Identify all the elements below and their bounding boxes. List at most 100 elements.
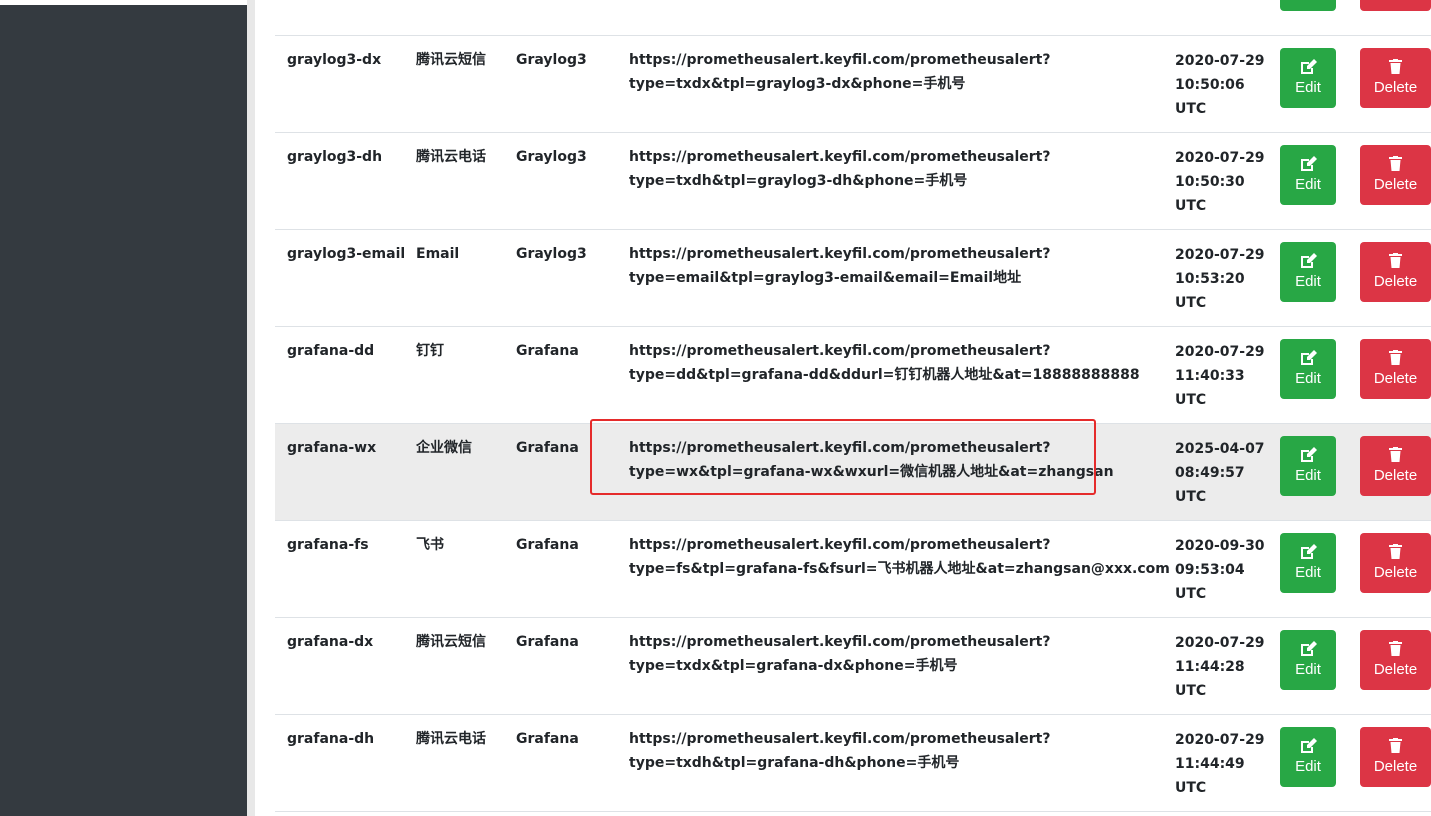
url-line: type=dd&tpl=grafana-dd&ddurl=钉钉机器人地址&at=… xyxy=(629,367,1140,383)
created-time: 08:49:57 xyxy=(1175,465,1245,481)
url-line: type=wx&tpl=grafana-wx&wxurl=微信机器人地址&at=… xyxy=(629,464,1114,480)
template-created: 2025-04-07 08:49:57 UTC xyxy=(1175,437,1271,509)
template-url: https://prometheusalert.keyfil.com/prome… xyxy=(629,533,1170,581)
url-line: https://prometheusalert.keyfil.com/prome… xyxy=(629,440,1051,456)
edit-button[interactable]: Edit xyxy=(1280,727,1336,787)
delete-button-label: Delete xyxy=(1373,273,1418,290)
edit-button[interactable]: Edit xyxy=(1280,48,1336,108)
edit-button-label: Edit xyxy=(1295,370,1321,387)
created-date: 2020-07-29 xyxy=(1175,344,1265,360)
delete-button[interactable]: Delete xyxy=(1360,145,1431,205)
delete-button[interactable]: Delete xyxy=(1360,533,1431,593)
template-name: graylog3-email xyxy=(287,246,406,262)
delete-button-label: Delete xyxy=(1373,370,1418,387)
edit-icon xyxy=(1300,641,1317,656)
created-date: 2020-07-29 xyxy=(1175,53,1265,69)
created-time: 11:40:33 xyxy=(1175,368,1245,384)
created-tz: UTC xyxy=(1175,392,1207,408)
table-row: grafana-wx 企业微信 Grafana https://prometheusa… xyxy=(275,423,1431,520)
template-url: https://prometheusalert.keyfil.com/prome… xyxy=(629,436,1169,484)
delete-button[interactable]: Delete xyxy=(1360,630,1431,690)
template-created: 2020-09-30 09:53:04 UTC xyxy=(1175,534,1271,606)
table-row: UTCEditDelete xyxy=(275,0,1431,35)
url-line: https://prometheusalert.keyfil.com/prome… xyxy=(629,52,1051,68)
trash-icon xyxy=(1389,253,1402,268)
template-type: 钉钉 xyxy=(416,343,444,359)
url-line: https://prometheusalert.keyfil.com/prome… xyxy=(629,246,1051,262)
template-name: grafana-fs xyxy=(287,537,369,553)
template-type: 腾讯云短信 xyxy=(416,52,486,68)
created-date: 2020-07-29 xyxy=(1175,635,1265,651)
edit-icon xyxy=(1300,59,1317,74)
trash-icon xyxy=(1389,59,1402,74)
template-type: Email xyxy=(416,246,460,262)
templates-table: UTC Edit Delete graylog3-dx 腾讯云短信 Graylog3 htt… xyxy=(275,0,1431,816)
url-line: type=txdh&tpl=grafana-dh&phone=手机号 xyxy=(629,755,960,771)
created-time: 11:44:49 xyxy=(1175,756,1245,772)
edit-button-label: Edit xyxy=(1295,564,1321,581)
created-tz: UTC xyxy=(1175,586,1207,602)
delete-button-label: Delete xyxy=(1373,79,1418,96)
url-line: type=txdx&tpl=graylog3-dx&phone=手机号 xyxy=(629,76,966,92)
trash-icon xyxy=(1389,156,1402,171)
template-name: grafana-wx xyxy=(287,440,377,456)
template-created: 2020-07-29 11:40:33 UTC xyxy=(1175,340,1271,412)
delete-button-label: Delete xyxy=(1373,564,1418,581)
delete-button[interactable]: Delete xyxy=(1360,48,1431,108)
created-time: 10:50:06 xyxy=(1175,77,1245,93)
template-category: Graylog3 xyxy=(516,149,587,165)
template-name: graylog3-dx xyxy=(287,52,382,68)
sidebar-gutter xyxy=(247,0,255,816)
created-tz: UTC xyxy=(1175,198,1207,214)
template-url: https://prometheusalert.keyfil.com/prome… xyxy=(629,145,1169,193)
delete-button[interactable]: Delete xyxy=(1360,436,1431,496)
delete-button[interactable]: Delete xyxy=(1360,242,1431,302)
template-name: grafana-dd xyxy=(287,343,375,359)
template-url: https://prometheusalert.keyfil.com/prome… xyxy=(629,727,1169,775)
template-category: Grafana xyxy=(516,537,579,553)
edit-icon xyxy=(1300,447,1317,462)
template-name: graylog3-dh xyxy=(287,149,383,165)
edit-button[interactable]: Edit xyxy=(1280,339,1336,399)
edit-button[interactable]: Edit xyxy=(1280,242,1336,302)
edit-button[interactable]: Edit xyxy=(1280,630,1336,690)
created-tz: UTC xyxy=(1175,295,1207,311)
edit-button[interactable]: Edit xyxy=(1280,533,1336,593)
sidebar xyxy=(0,5,247,816)
template-url: https://prometheusalert.keyfil.com/prome… xyxy=(629,630,1169,678)
template-type: 腾讯云电话 xyxy=(416,149,486,165)
template-category: Grafana xyxy=(516,731,579,747)
trash-icon xyxy=(1389,544,1402,559)
template-category: Grafana xyxy=(516,440,579,456)
edit-button[interactable]: Edit xyxy=(1280,0,1336,11)
edit-button[interactable]: Edit xyxy=(1280,145,1336,205)
created-date: 2025-04-07 xyxy=(1175,441,1265,457)
created-tz: UTC xyxy=(1175,101,1207,117)
created-date: 2020-07-29 xyxy=(1175,732,1265,748)
url-line: https://prometheusalert.keyfil.com/prome… xyxy=(629,149,1051,165)
url-line: type=txdh&tpl=graylog3-dh&phone=手机号 xyxy=(629,173,968,189)
template-category: Graylog3 xyxy=(516,246,587,262)
edit-button[interactable]: Edit xyxy=(1280,436,1336,496)
delete-button-label: Delete xyxy=(1373,758,1418,775)
template-category: Graylog3 xyxy=(516,52,587,68)
table-row: grafana-dh 腾讯云电话 Grafana https://prometheus… xyxy=(275,714,1431,811)
created-time: 11:44:28 xyxy=(1175,659,1245,675)
template-type: 腾讯云电话 xyxy=(416,731,486,747)
url-line: https://prometheusalert.keyfil.com/prome… xyxy=(629,343,1051,359)
url-line: type=fs&tpl=grafana-fs&fsurl=飞书机器人地址&at=… xyxy=(629,561,1170,577)
template-url: https://prometheusalert.keyfil.com/prome… xyxy=(629,48,1169,96)
edit-icon xyxy=(1300,738,1317,753)
delete-button[interactable]: Delete xyxy=(1360,0,1431,11)
delete-button[interactable]: Delete xyxy=(1360,727,1431,787)
created-time: 10:53:20 xyxy=(1175,271,1245,287)
created-tz: UTC xyxy=(1175,489,1207,505)
table-row: graylog3-email Email Graylog3 https://prome… xyxy=(275,229,1431,326)
trash-icon xyxy=(1389,641,1402,656)
edit-button-label: Edit xyxy=(1295,758,1321,775)
delete-button[interactable]: Delete xyxy=(1360,339,1431,399)
delete-button-label: Delete xyxy=(1373,661,1418,678)
url-line: https://prometheusalert.keyfil.com/prome… xyxy=(629,634,1051,650)
template-type: 飞书 xyxy=(416,537,444,553)
table-row: grafana-dx 腾讯云短信 Grafana https://prometheus… xyxy=(275,617,1431,714)
